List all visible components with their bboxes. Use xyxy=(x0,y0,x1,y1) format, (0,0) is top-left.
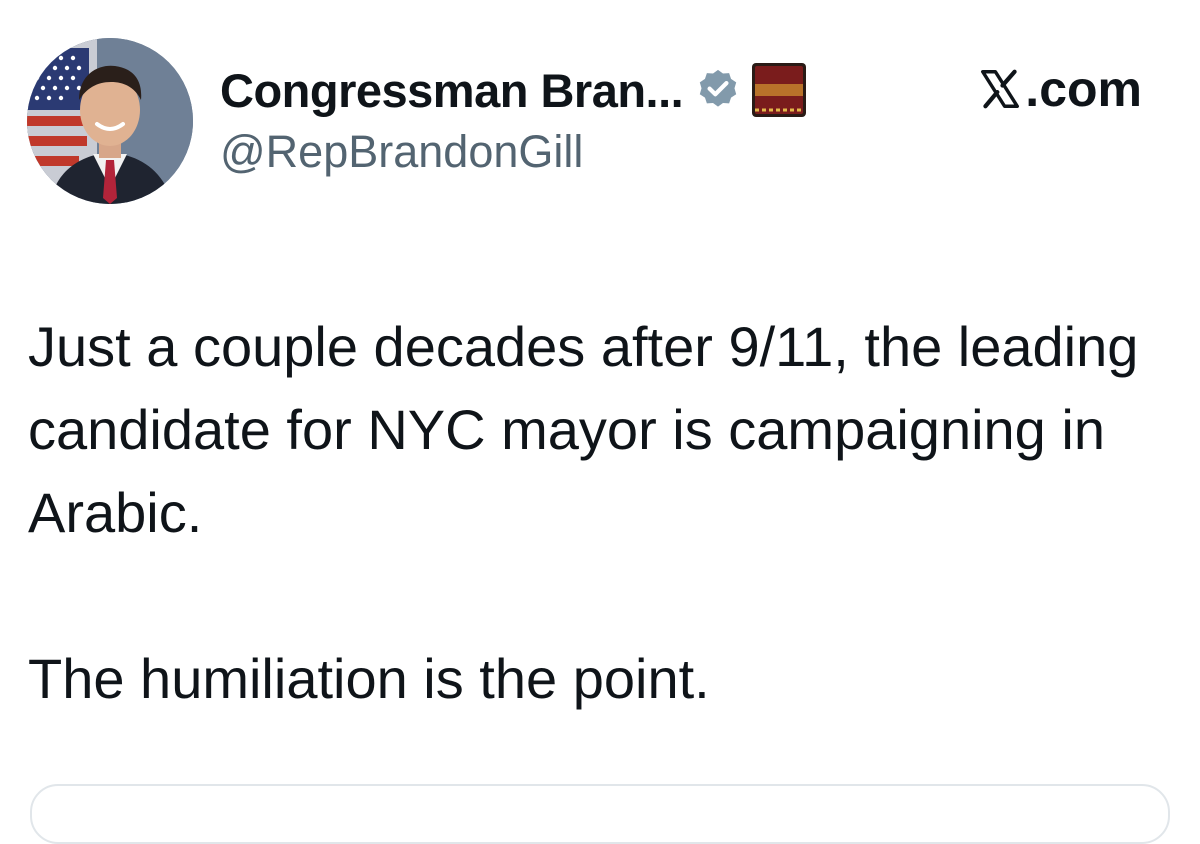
x-logo-icon xyxy=(977,66,1023,112)
avatar[interactable] xyxy=(27,38,193,204)
post-paragraph-2: The humiliation is the point. xyxy=(28,647,710,710)
display-name[interactable]: Congressman Bran... xyxy=(220,63,684,118)
post-paragraph-1: Just a couple decades after 9/11, the le… xyxy=(28,315,1139,544)
source-domain-text: .com xyxy=(1025,61,1142,117)
verified-badge-icon[interactable] xyxy=(695,67,741,113)
affiliation-badge-icon[interactable] xyxy=(751,62,807,118)
post-text: Just a couple decades after 9/11, the le… xyxy=(28,305,1168,720)
author-handle[interactable]: @RepBrandonGill xyxy=(220,126,583,178)
source-label[interactable]: .com xyxy=(977,60,1142,118)
embedded-card[interactable] xyxy=(30,784,1170,844)
author-name-row: Congressman Bran... xyxy=(220,58,807,122)
avatar-photo xyxy=(27,38,193,204)
tweet-container: Congressman Bran... @RepBrandonGill .com xyxy=(0,0,1200,844)
